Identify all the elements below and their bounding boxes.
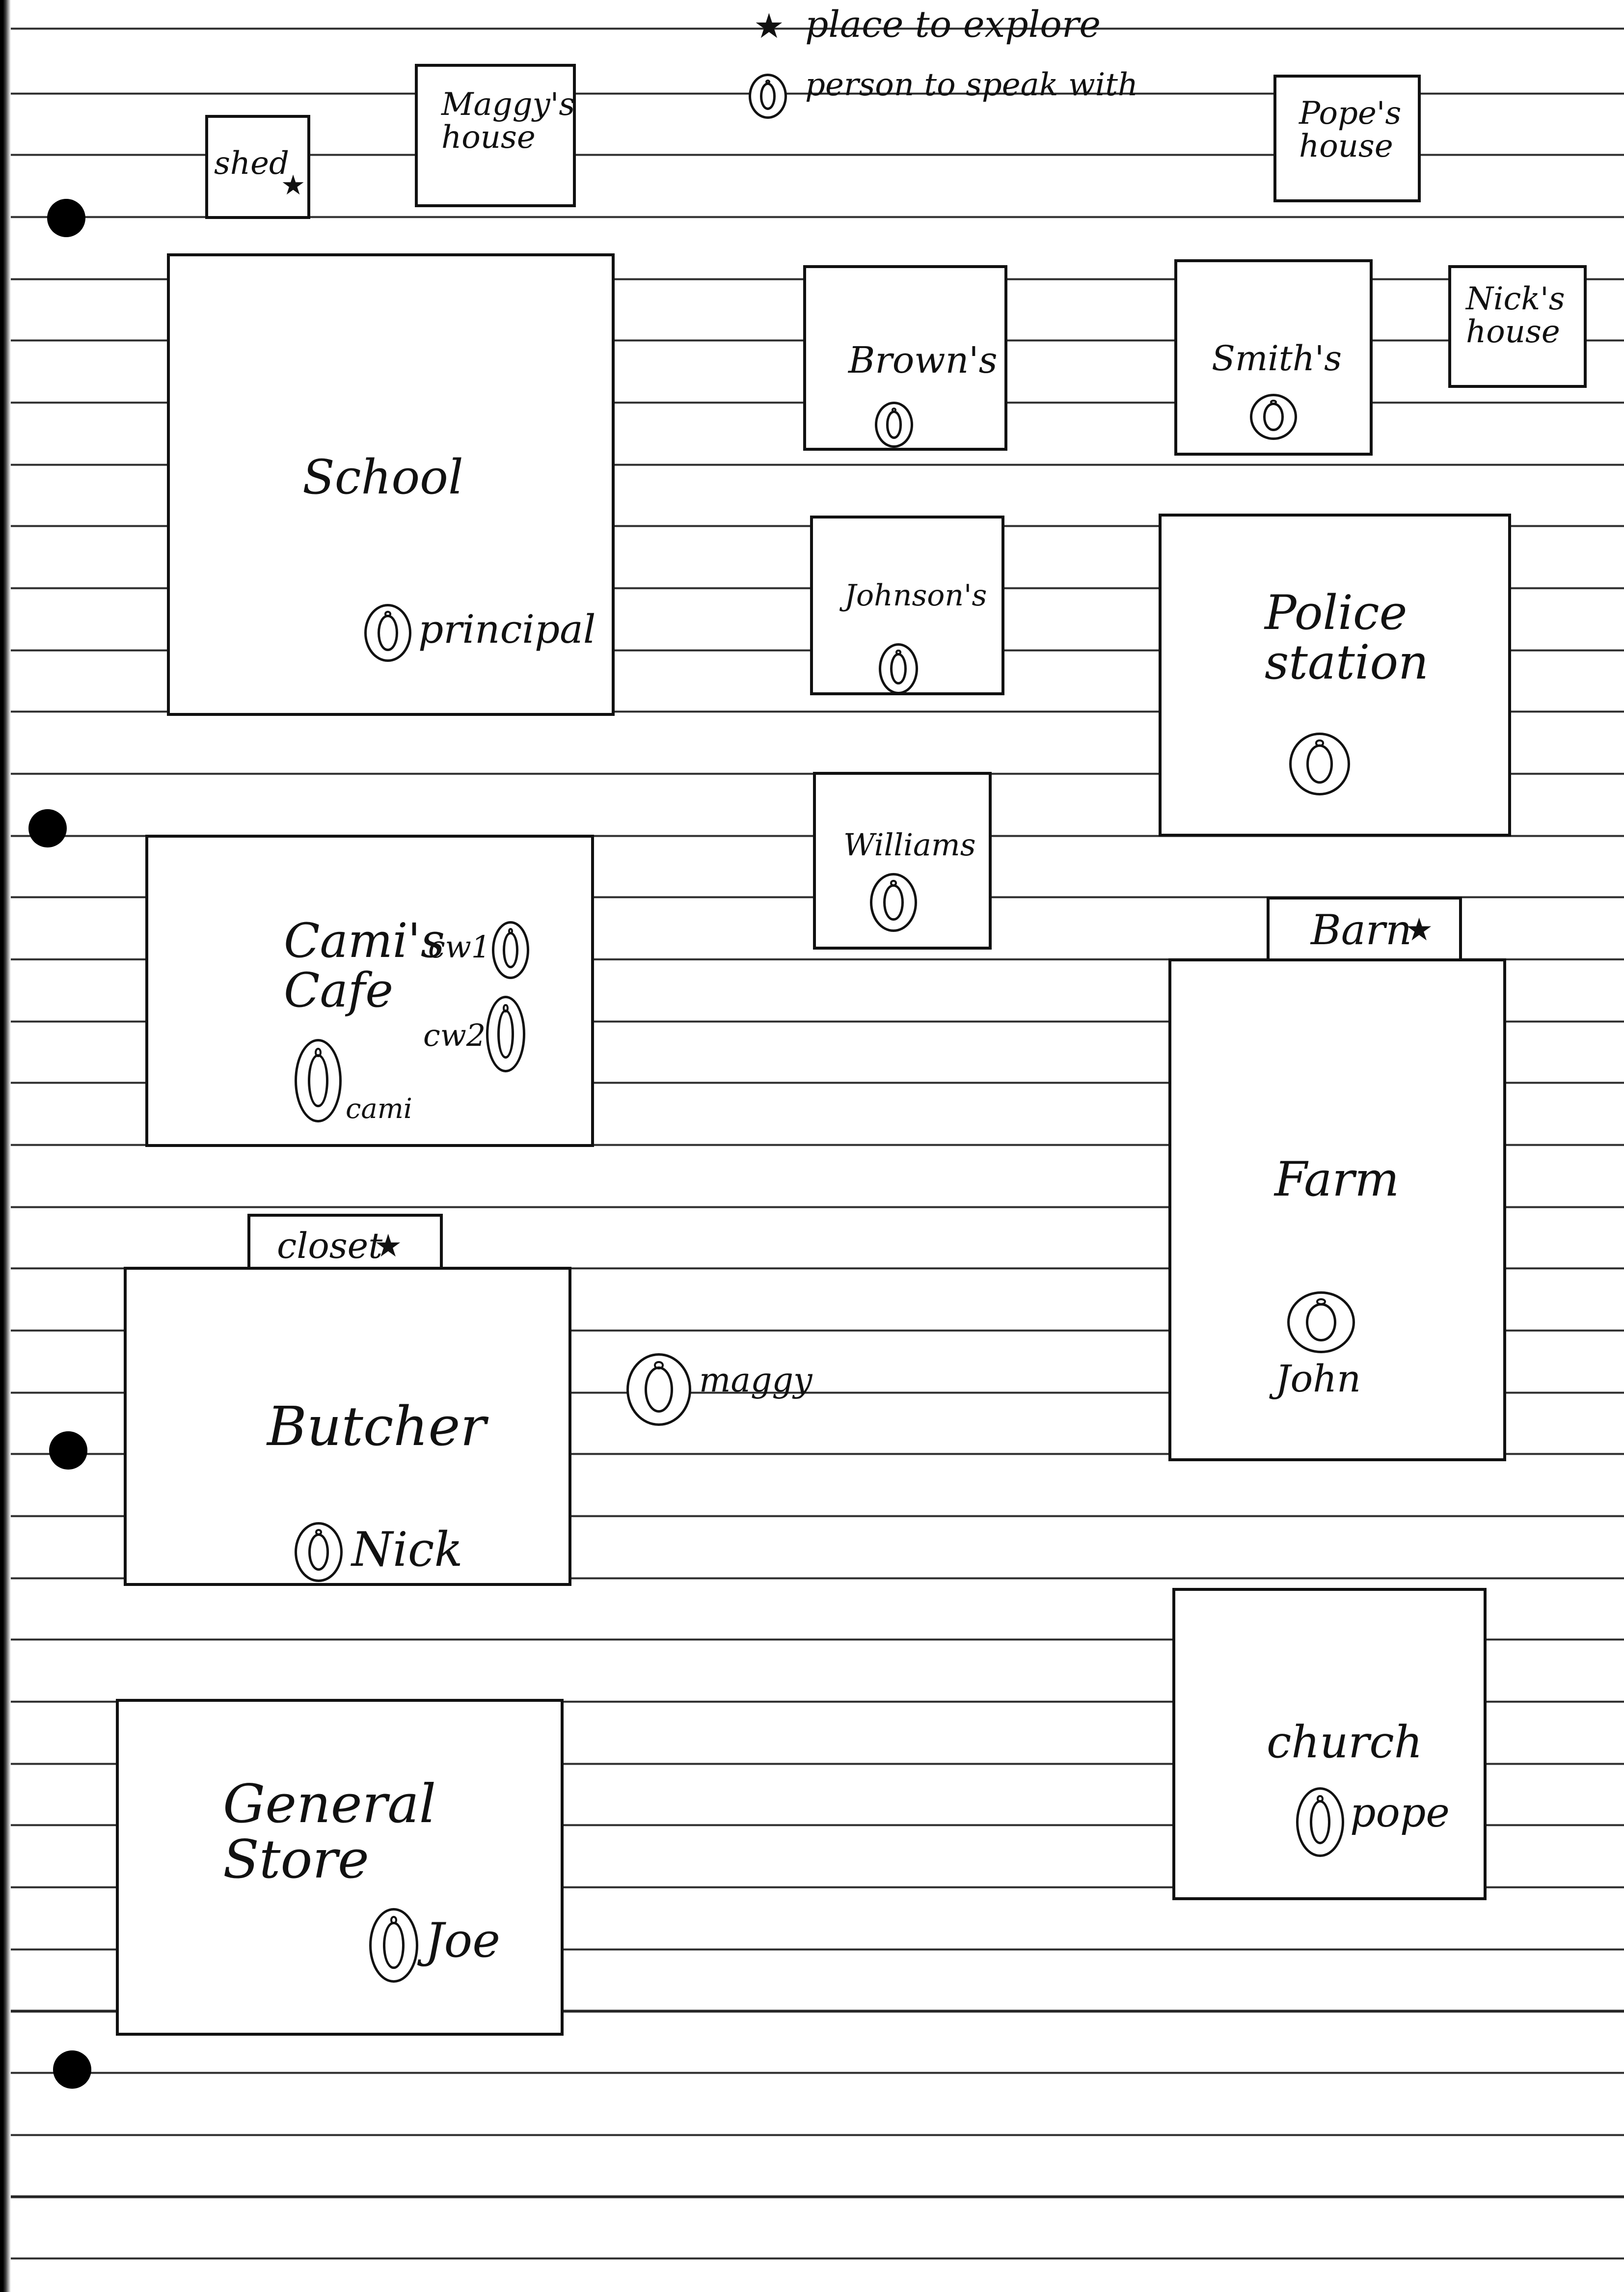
legend-person-label: person to speak with <box>805 67 1138 103</box>
butcher-label: Butcher <box>267 1395 487 1458</box>
smiths-label: Smith's <box>1212 338 1342 379</box>
cami-label: cami <box>346 1093 412 1125</box>
church-label: church <box>1267 1717 1423 1768</box>
star-icon: ★ <box>1405 912 1434 948</box>
person-circle-icon[interactable] <box>364 604 411 662</box>
browns-label: Brown's <box>848 339 998 382</box>
person-circle-icon[interactable] <box>875 402 913 448</box>
maggys-house-box[interactable]: Maggy's house <box>415 64 576 207</box>
person-circle-icon[interactable] <box>879 643 918 694</box>
camis-cafe-label: Cami's Cafe <box>284 913 445 1018</box>
popes-house-box[interactable]: Pope's house <box>1273 75 1421 202</box>
maggy-label: maggy <box>699 1361 812 1400</box>
person-circle-icon[interactable] <box>870 873 917 932</box>
police-station-label: Police station <box>1265 585 1429 690</box>
general-store-box[interactable]: General Store Joe <box>116 1699 564 2036</box>
principal-label: principal <box>418 606 596 652</box>
person-circle-icon[interactable] <box>486 996 525 1072</box>
barn-box[interactable]: Barn ★ <box>1267 897 1462 963</box>
person-circle-icon[interactable] <box>1289 733 1350 795</box>
page-edge <box>0 0 11 2292</box>
nicks-house-label: Nick's house <box>1466 281 1565 351</box>
star-icon: ★ <box>281 169 306 201</box>
binder-hole <box>49 1431 87 1470</box>
church-box[interactable]: church pope <box>1172 1588 1487 1900</box>
nicks-house-box[interactable]: Nick's house <box>1448 265 1587 388</box>
barn-label: Barn <box>1311 906 1412 954</box>
legend-explore-label: place to explore <box>805 3 1101 46</box>
butcher-box[interactable]: Butcher Nick <box>124 1267 571 1586</box>
john-label: John <box>1275 1357 1361 1400</box>
browns-box[interactable]: Brown's <box>803 265 1007 451</box>
school-box[interactable]: School principal <box>167 253 615 716</box>
star-icon: ★ <box>754 6 785 46</box>
person-circle-icon[interactable] <box>369 1908 418 1983</box>
person-circle-icon[interactable] <box>295 1522 343 1582</box>
person-circle-icon <box>749 74 787 119</box>
person-circle-icon[interactable] <box>492 921 529 979</box>
camis-cafe-box[interactable]: Cami's Cafe cw1 cw2 cami <box>145 835 594 1147</box>
nick-label: Nick <box>352 1522 463 1577</box>
johnsons-label: Johnson's <box>844 578 987 613</box>
cw1-label: cw1 <box>428 929 491 965</box>
williams-box[interactable]: Williams <box>813 772 992 950</box>
cw2-label: cw2 <box>423 1017 486 1053</box>
shed-box[interactable]: shed ★ <box>205 115 310 219</box>
maggys-house-label: Maggy's house <box>441 86 575 156</box>
farm-label: Farm <box>1274 1152 1400 1207</box>
person-circle-icon[interactable] <box>295 1039 342 1122</box>
smiths-box[interactable]: Smith's <box>1174 259 1373 456</box>
star-icon: ★ <box>374 1228 403 1264</box>
farm-box[interactable]: Farm John <box>1168 958 1506 1461</box>
general-store-label: General Store <box>223 1774 436 1891</box>
joe-label: Joe <box>425 1913 501 1968</box>
person-circle-icon[interactable] <box>626 1353 691 1426</box>
notebook-page: ★ place to explore person to speak with … <box>0 0 1624 2292</box>
pope-label: pope <box>1350 1790 1450 1836</box>
popes-house-label: Pope's house <box>1299 95 1402 165</box>
person-circle-icon[interactable] <box>1296 1787 1344 1857</box>
police-station-box[interactable]: Police station <box>1159 514 1511 837</box>
johnsons-box[interactable]: Johnson's <box>810 516 1004 695</box>
williams-label: Williams <box>843 827 976 863</box>
binder-hole <box>47 199 85 237</box>
binder-hole <box>53 2050 91 2089</box>
person-circle-icon[interactable] <box>1250 394 1297 440</box>
person-circle-icon[interactable] <box>1287 1291 1355 1353</box>
shed-label: shed <box>214 145 289 182</box>
closet-label: closet <box>277 1225 383 1266</box>
school-label: School <box>302 450 463 505</box>
binder-hole <box>28 809 67 847</box>
